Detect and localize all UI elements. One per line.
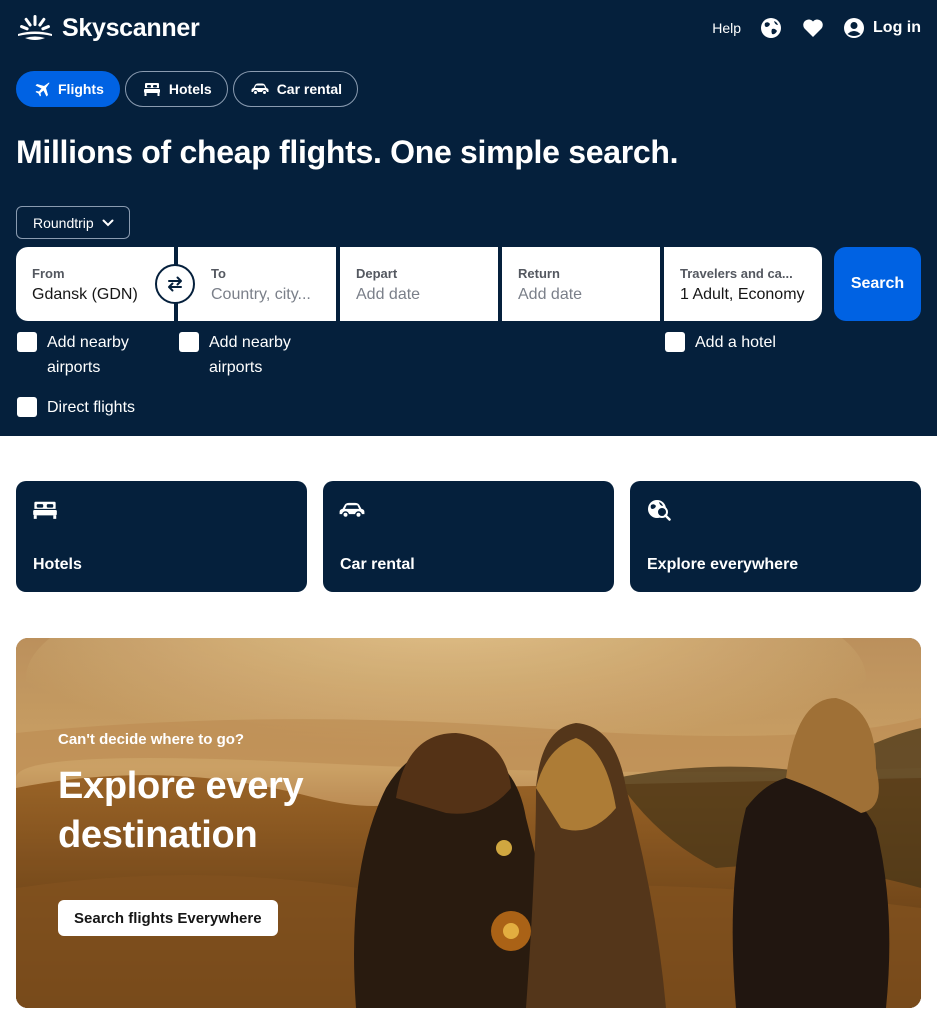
tab-hotels[interactable]: Hotels (124, 71, 228, 107)
add-hotel-checkbox[interactable]: Add a hotel (665, 330, 776, 355)
car-rental-card[interactable]: Car rental (323, 481, 614, 592)
depart-label: Depart (356, 266, 398, 281)
from-value: Gdansk (GDN) (32, 286, 138, 303)
hotels-card[interactable]: Hotels (16, 481, 307, 592)
card-label: Explore everywhere (647, 556, 799, 573)
globe-icon[interactable] (759, 16, 783, 40)
login-button[interactable]: Log in (843, 17, 921, 39)
trip-type-value: Roundtrip (33, 214, 94, 231)
checkbox-label: Add nearby airports (47, 334, 129, 376)
tab-label: Car rental (276, 81, 343, 97)
plane-icon (35, 82, 50, 97)
checkbox-box[interactable] (665, 332, 685, 352)
to-placeholder: Country, city... (211, 286, 311, 303)
user-icon (844, 18, 865, 38)
tab-flights[interactable]: Flights (16, 71, 120, 107)
skyscanner-logo[interactable]: Skyscanner (16, 14, 200, 43)
card-label: Hotels (33, 556, 82, 573)
checkbox-box[interactable] (179, 332, 199, 352)
tab-car-rental[interactable]: Car rental (232, 71, 359, 107)
swap-arrows-icon (168, 276, 182, 292)
from-field[interactable]: From Gdansk (GDN) (16, 247, 174, 321)
bed-icon (143, 83, 160, 96)
sunburst-logo-icon (18, 14, 52, 40)
trip-type-dropdown[interactable]: Roundtrip (16, 206, 130, 239)
depart-placeholder: Add date (356, 286, 421, 303)
explore-hero-banner[interactable]: Can't decide where to go? Explore every … (16, 638, 921, 1008)
globe-search-icon (648, 500, 671, 521)
quick-links: Hotels Car rental Explore everywhere (16, 481, 921, 592)
login-label: Log in (873, 19, 921, 36)
hero-kicker: Can't decide where to go? (58, 731, 245, 748)
to-label: To (211, 266, 226, 281)
return-label: Return (518, 266, 560, 281)
checkbox-box[interactable] (17, 332, 37, 352)
header: Skyscanner Help Log in Flights Hotels Ca… (0, 0, 937, 436)
checkbox-label: Direct flights (47, 399, 136, 416)
travelers-label: Travelers and ca... (680, 266, 793, 281)
product-tabs: Flights Hotels Car rental (16, 71, 359, 107)
travelers-field[interactable]: Travelers and ca... 1 Adult, Economy (664, 247, 822, 321)
hero-title: Explore every destination (58, 765, 304, 856)
return-field[interactable]: Return Add date (502, 247, 660, 321)
explore-everywhere-card[interactable]: Explore everywhere (630, 481, 921, 592)
car-icon (251, 83, 269, 95)
tab-label: Hotels (168, 81, 212, 97)
checkbox-label: Add nearby airports (209, 334, 291, 376)
top-navigation: Help Log in (712, 14, 921, 42)
help-link[interactable]: Help (712, 20, 741, 36)
brand-name: Skyscanner (62, 14, 200, 42)
nearby-airports-to-checkbox[interactable]: Add nearby airports (179, 330, 291, 380)
car-icon (339, 502, 365, 519)
return-placeholder: Add date (518, 286, 583, 303)
checkbox-label: Add a hotel (695, 334, 776, 351)
search-everywhere-button[interactable]: Search flights Everywhere (58, 900, 278, 936)
bed-icon (33, 501, 57, 519)
tab-label: Flights (58, 81, 104, 97)
chevron-down-icon (102, 219, 114, 226)
checkbox-box[interactable] (17, 397, 37, 417)
page-headline: Millions of cheap flights. One simple se… (16, 134, 679, 170)
travelers-value: 1 Adult, Economy (680, 286, 805, 303)
search-button[interactable]: Search (834, 247, 921, 321)
to-field[interactable]: To Country, city... (178, 247, 336, 321)
direct-flights-checkbox[interactable]: Direct flights (17, 395, 135, 420)
heart-icon[interactable] (801, 16, 825, 40)
card-label: Car rental (340, 556, 415, 573)
from-label: From (32, 266, 65, 281)
depart-field[interactable]: Depart Add date (340, 247, 498, 321)
swap-locations-button[interactable] (155, 264, 195, 304)
nearby-airports-from-checkbox[interactable]: Add nearby airports (17, 330, 129, 380)
